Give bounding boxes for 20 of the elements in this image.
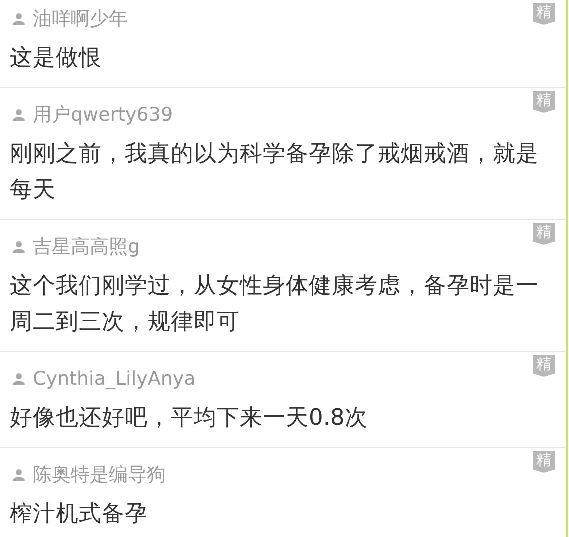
- user-icon: [13, 13, 25, 25]
- comment-text: 榨汁机式备孕: [10, 500, 149, 529]
- user-name[interactable]: Cynthia_LilyAnya: [33, 366, 196, 392]
- comment-text: 这是做恨: [10, 44, 103, 73]
- comment-text: 好像也还好吧，平均下来一天0.8次: [10, 404, 369, 433]
- featured-badge: 精: [533, 451, 555, 473]
- user-icon: [13, 373, 25, 385]
- user-name[interactable]: 用户qwerty639: [33, 102, 174, 128]
- user-name[interactable]: 陈奥特是编导狗: [33, 462, 166, 488]
- user-icon: [13, 469, 25, 481]
- user-icon: [13, 241, 25, 253]
- comment-text: 刚刚之前，我真的以为科学备孕除了戒烟戒酒，就是每天: [10, 140, 540, 205]
- user-icon: [13, 109, 25, 121]
- user-name[interactable]: 油咩啊少年: [33, 6, 128, 32]
- user-name[interactable]: 吉星高高照g: [33, 234, 140, 260]
- featured-badge: 精: [533, 355, 555, 377]
- featured-badge: 精: [533, 223, 555, 245]
- featured-badge: 精: [533, 3, 555, 25]
- featured-badge: 精: [533, 91, 555, 113]
- comment-text: 这个我们刚学过，从女性身体健康考虑，备孕时是一周二到三次，规律即可: [10, 272, 540, 337]
